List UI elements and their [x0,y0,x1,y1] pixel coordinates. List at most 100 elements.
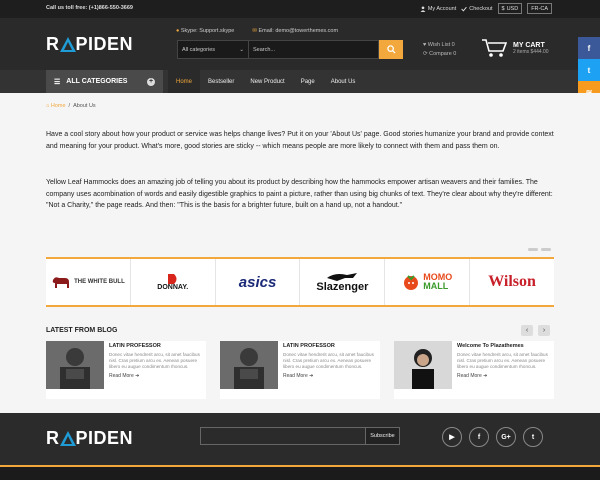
phone-text: Call us toll free: (+1)866-550-3669 [46,5,133,11]
about-paragraph-1: Have a cool story about how your product… [46,131,554,150]
cart-button[interactable]: MY CART 2 items $444.00 [481,38,549,58]
tomato-icon [404,275,419,290]
subscribe-button[interactable]: Subscribe [366,427,400,445]
brand-carousel: THE WHITE BULL DONNAY. asics Slazenger M… [46,257,554,307]
facebook-icon[interactable]: f [578,37,600,59]
search-icon [386,45,396,54]
checkout-label: Checkout [469,5,493,12]
search-bar: All categories ⌄ Search... [177,40,403,59]
newsletter-email-input[interactable] [200,427,366,445]
arrow-right-icon: ➜ [309,373,314,379]
heart-icon: ♥ [423,42,427,48]
blog-post-image [220,341,278,389]
blog-post-title[interactable]: LATIN PROFESSOR [109,343,206,349]
language-selector[interactable]: FR-CA [527,3,552,14]
blog-post-title[interactable]: Welcome To Plazathemes [457,343,554,349]
blog-post-excerpt: Donec vitae hendrerit arcu, sit amet fau… [109,352,200,369]
read-more-link[interactable]: Read More ➜ [283,373,380,379]
google-plus-icon[interactable]: G+ [496,427,516,447]
brand-white-bull[interactable]: THE WHITE BULL [46,259,131,305]
bull-icon [52,277,70,288]
twitter-icon[interactable]: t [523,427,543,447]
blog-post[interactable]: LATIN PROFESSOR Donec vitae hendrerit ar… [220,341,380,399]
all-categories-button[interactable]: ☰ ALL CATEGORIES + [46,70,163,93]
brand-asics-label: asics [238,273,277,291]
logo-text-start: R [46,34,60,54]
compare-link[interactable]: ⟳ Compare 0 [423,50,456,59]
plus-icon: + [147,77,155,86]
logo-triangle-icon [59,431,76,446]
user-icon [420,5,426,12]
blog-post-title[interactable]: LATIN PROFESSOR [283,343,380,349]
brand-mall-label: MALL [423,281,449,291]
search-input[interactable]: Search... [249,40,379,59]
checkout-link[interactable]: Checkout [461,5,493,12]
skype-text: Skype: Support.skype [180,28,235,34]
my-account-label: My Account [427,5,457,12]
footer-bottom-bar [0,465,600,480]
email-contact: ✉ Email: demo@towerthemes.com [252,28,338,34]
blog-post[interactable]: LATIN PROFESSOR Donec vitae hendrerit ar… [46,341,206,399]
carousel-dots[interactable] [528,248,551,251]
read-more-link[interactable]: Read More ➜ [109,373,206,379]
footer: R PIDEN Subscribe ▶ f G+ t [0,413,600,465]
logo[interactable]: R PIDEN [46,34,133,55]
brand-slazenger[interactable]: Slazenger [300,259,386,305]
nav-item-new-product[interactable]: New Product [242,70,292,93]
breadcrumb-separator: / [68,103,71,109]
twitter-icon[interactable]: t [578,59,600,81]
skype-contact: ● Skype: Support.skype [176,28,234,34]
brand-wilson[interactable]: Wilson [470,259,554,305]
brand-wilson-label: Wilson [488,273,536,290]
footer-logo-text-start: R [46,428,60,448]
footer-logo[interactable]: R PIDEN [46,428,133,449]
main-nav: ☰ ALL CATEGORIES + Home Bestseller New P… [0,70,600,93]
cart-title: MY CART [513,41,545,49]
breadcrumb-home[interactable]: ⌂ Home [46,103,66,109]
brand-white-bull-label: THE WHITE BULL [74,279,125,285]
brand-donnay-label: DONNAY. [157,283,189,291]
menu-icon: ☰ [54,78,61,86]
nav-item-page[interactable]: Page [293,70,323,93]
brand-donnay[interactable]: DONNAY. [131,259,216,305]
facebook-icon[interactable]: f [469,427,489,447]
read-more-label: Read More [457,373,482,379]
cart-icon [482,39,507,57]
category-select[interactable]: All categories ⌄ [177,40,249,59]
wishlist-label: Wish List 0 [427,42,455,48]
blog-next-button[interactable]: › [538,325,550,336]
youtube-icon[interactable]: ▶ [442,427,462,447]
breadcrumb-home-label: Home [50,103,66,109]
currency-selector[interactable]: $ USD [497,3,523,14]
top-bar: Call us toll free: (+1)866-550-3669 My A… [0,0,600,18]
brand-asics[interactable]: asics [216,259,301,305]
home-icon: ⌂ [46,103,50,109]
search-placeholder: Search... [253,46,276,53]
nav-item-about-us[interactable]: About Us [323,70,364,93]
email-icon: ✉ [252,28,257,34]
blog-prev-button[interactable]: ‹ [521,325,533,336]
breadcrumb: ⌂ Home / About Us [46,100,554,112]
blog-post-image [394,341,452,389]
nav-item-home[interactable]: Home [168,70,201,93]
blog-section-title: LATEST FROM BLOG [46,327,118,334]
my-account-link[interactable]: My Account [420,6,456,12]
search-button[interactable] [379,40,403,59]
read-more-link[interactable]: Read More ➜ [457,373,554,379]
logo-text-end: PIDEN [75,34,134,54]
read-more-label: Read More [283,373,308,379]
compare-label: Compare 0 [429,51,457,57]
email-text: Email: demo@towerthemes.com [258,28,339,34]
nav-item-bestseller[interactable]: Bestseller [200,70,242,93]
arrow-right-icon: ➜ [483,373,488,379]
wishlist-link[interactable]: ♥ Wish List 0 [423,41,456,50]
currency-label: USD [506,5,519,12]
arrow-right-icon: ➜ [135,373,140,379]
currency-symbol: $ [501,5,505,12]
main-content: ⌂ Home / About Us Have a cool story abou… [0,93,600,413]
read-more-label: Read More [109,373,134,379]
blog-posts: LATIN PROFESSOR Donec vitae hendrerit ar… [46,341,554,399]
brand-momo-mall[interactable]: MOMO MALL [385,259,471,305]
language-label: FR-CA [531,5,548,12]
blog-post[interactable]: Welcome To Plazathemes Donec vitae hendr… [394,341,554,399]
